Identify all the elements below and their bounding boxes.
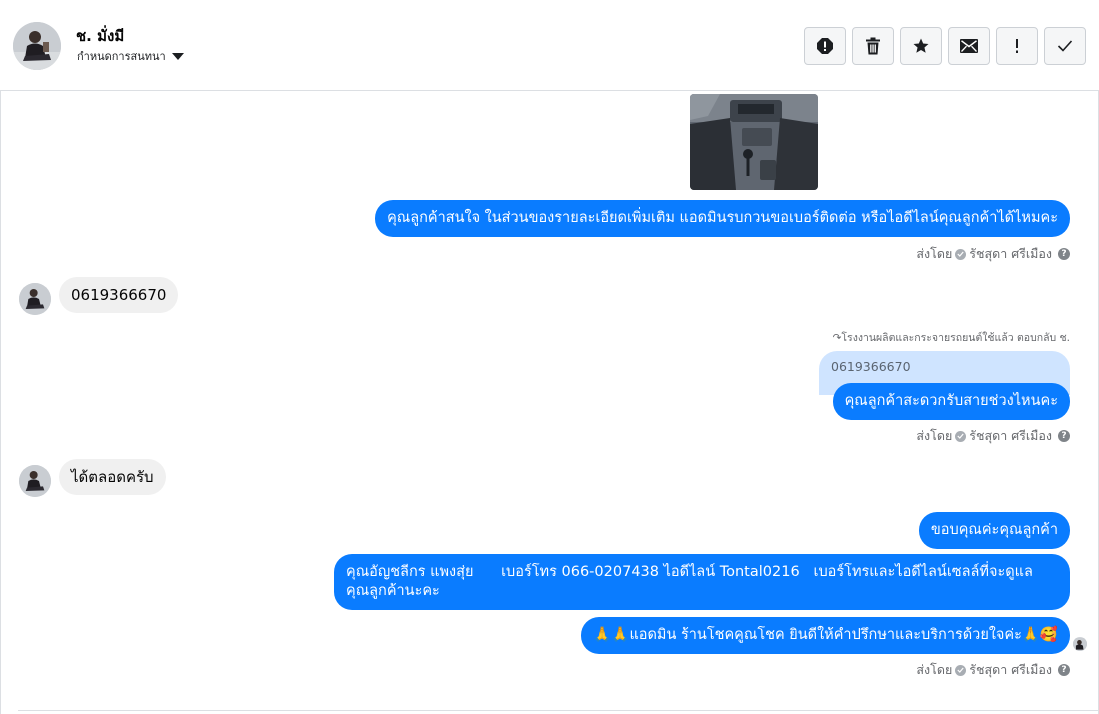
verified-check-icon <box>955 248 967 260</box>
mark-unread-button[interactable] <box>948 27 990 65</box>
sent-by-prefix: ส่งโดย <box>916 662 953 677</box>
outgoing-message[interactable]: คุณอัญชลีกร แพงสุ่ย เบอร์โทร 066-0207438… <box>334 554 1070 610</box>
contact-avatar-small[interactable] <box>19 283 51 315</box>
message-text: คุณลูกค้าสนใจ ในส่วนของรายละเอียดเพิ่มเต… <box>387 210 1058 226</box>
car-interior-photo[interactable] <box>690 94 818 190</box>
verified-check-icon <box>955 664 967 676</box>
contact-avatar-small[interactable] <box>19 465 51 497</box>
trash-icon <box>866 37 880 55</box>
spam-button[interactable] <box>804 27 846 65</box>
delete-button[interactable] <box>852 27 894 65</box>
message-text: 0619366670 <box>71 286 167 304</box>
sent-by-agent[interactable]: รัชสุดา ศรีเมือง <box>969 426 1052 446</box>
message-text-line1: คุณอัญชลีกร แพงสุ่ย เบอร์โทร 066-0207438… <box>346 564 1033 580</box>
envelope-icon <box>960 39 978 53</box>
help-icon[interactable]: ? <box>1058 430 1070 442</box>
incoming-message[interactable]: 0619366670 <box>59 277 179 313</box>
reply-note-text: โรงงานผลิตและกระจายรถยนต์ใช้แล้ว ตอบกลับ… <box>841 332 1070 344</box>
verified-check-icon <box>955 430 967 442</box>
sent-by-prefix: ส่งโดย <box>916 246 953 261</box>
important-button[interactable] <box>996 27 1038 65</box>
sent-by-info: ส่งโดย รัชสุดา ศรีเมือง ? <box>916 244 1070 264</box>
outgoing-message[interactable]: ขอบคุณค่ะคุณลูกค้า <box>918 512 1070 549</box>
mark-done-button[interactable] <box>1044 27 1086 65</box>
star-button[interactable] <box>900 27 942 65</box>
checkmark-icon <box>1057 40 1073 52</box>
help-icon[interactable]: ? <box>1058 664 1070 676</box>
exclamation-icon <box>1016 39 1018 53</box>
conversation-schedule-dropdown[interactable]: กำหนดการสนทนา <box>77 47 184 65</box>
message-thread: คุณลูกค้าสนใจ ในส่วนของรายละเอียดเพิ่มเต… <box>0 91 1099 714</box>
outgoing-message[interactable]: คุณลูกค้าสะดวกรับสายช่วงไหนคะ <box>832 383 1070 420</box>
sent-by-info: ส่งโดย รัชสุดา ศรีเมือง ? <box>916 426 1070 446</box>
contact-avatar[interactable] <box>13 22 61 70</box>
caret-down-icon <box>171 53 184 60</box>
outgoing-message[interactable]: 🙏🙏แอดมิน ร้านโชคคูณโชค ยินดีให้คำปรึกษาแ… <box>581 617 1070 654</box>
sent-by-info: ส่งโดย รัชสุดา ศรีเมือง ? <box>916 660 1070 680</box>
message-text-line2: คุณลูกค้านะคะ <box>346 583 440 599</box>
sent-by-agent[interactable]: รัชสุดา ศรีเมือง <box>969 244 1052 264</box>
message-text: ขอบคุณค่ะคุณลูกค้า <box>930 522 1058 538</box>
quoted-text: 0619366670 <box>831 359 911 374</box>
message-text: 🙏🙏แอดมิน ร้านโชคคูณโชค ยินดีให้คำปรึกษาแ… <box>593 627 1058 643</box>
star-icon <box>913 38 929 53</box>
contact-name: ช. มั่งมี <box>76 27 125 45</box>
reply-note: ↷โรงงานผลิตและกระจายรถยนต์ใช้แล้ว ตอบกลั… <box>833 329 1070 346</box>
conversation-header: ช. มั่งมี กำหนดการสนทนา <box>0 0 1099 91</box>
sent-by-agent[interactable]: รัชสุดา ศรีเมือง <box>969 660 1052 680</box>
alert-circle-icon <box>817 38 833 54</box>
message-text: ได้ตลอดครับ <box>71 468 154 486</box>
conversation-schedule-label: กำหนดการสนทนา <box>77 50 166 63</box>
conversation-toolbar <box>804 27 1086 65</box>
outgoing-message[interactable]: คุณลูกค้าสนใจ ในส่วนของรายละเอียดเพิ่มเต… <box>375 200 1070 237</box>
seen-avatar <box>1073 637 1087 651</box>
composer-divider <box>18 710 1099 711</box>
sent-by-prefix: ส่งโดย <box>916 428 953 443</box>
incoming-message[interactable]: ได้ตลอดครับ <box>59 459 166 495</box>
help-icon[interactable]: ? <box>1058 248 1070 260</box>
message-text: คุณลูกค้าสะดวกรับสายช่วงไหนคะ <box>844 393 1058 409</box>
